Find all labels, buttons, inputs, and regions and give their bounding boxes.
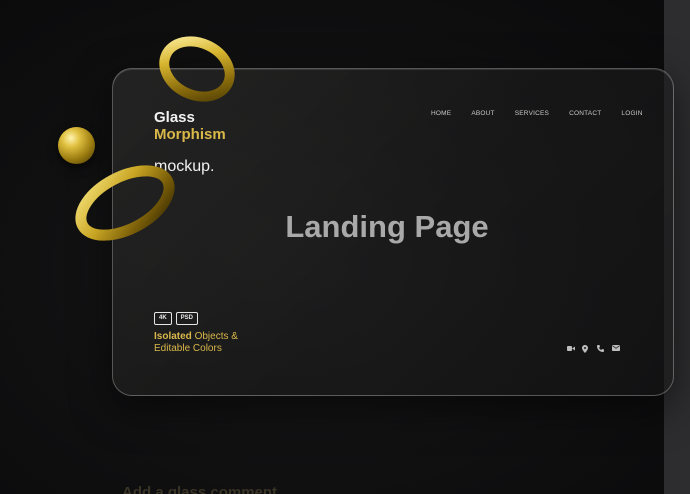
top-nav: HOME ABOUT SERVICES CONTACT LOGIN <box>431 110 643 117</box>
brand-line-glass: Glass <box>154 109 195 126</box>
mockup-stage: Glass Morphism mockup. HOME ABOUT SERVIC… <box>0 0 690 494</box>
glass-card: Glass Morphism mockup. HOME ABOUT SERVIC… <box>112 68 674 396</box>
caption-line-2: Editable Colors <box>154 343 222 354</box>
feature-caption: Isolated Objects & Editable Colors <box>154 331 238 355</box>
badge-psd: PSD <box>175 312 199 325</box>
nav-item-services[interactable]: SERVICES <box>515 110 549 117</box>
caption-rest: Objects & <box>191 331 238 342</box>
badge-4k: 4K <box>154 312 172 325</box>
location-pin-icon[interactable] <box>582 345 589 353</box>
nav-item-home[interactable]: HOME <box>431 110 451 117</box>
nav-item-login[interactable]: LOGIN <box>621 110 642 117</box>
gold-ring-top-image <box>159 36 235 102</box>
caption-strong: Isolated <box>154 331 192 342</box>
video-icon[interactable] <box>567 345 575 352</box>
nav-item-about[interactable]: ABOUT <box>471 110 494 117</box>
social-icons <box>567 345 620 353</box>
format-badges: 4K PSD <box>154 312 199 325</box>
brand-line-morphism: Morphism <box>154 126 226 143</box>
footer-comment-text: Add a glass comment <box>122 484 278 494</box>
gold-ring-left-image <box>75 165 175 241</box>
brand-logo[interactable]: Glass Morphism <box>154 109 226 143</box>
hero-headline: Landing Page <box>285 209 489 244</box>
nav-item-contact[interactable]: CONTACT <box>569 110 601 117</box>
mail-icon[interactable] <box>612 345 620 352</box>
phone-icon[interactable] <box>597 345 604 352</box>
